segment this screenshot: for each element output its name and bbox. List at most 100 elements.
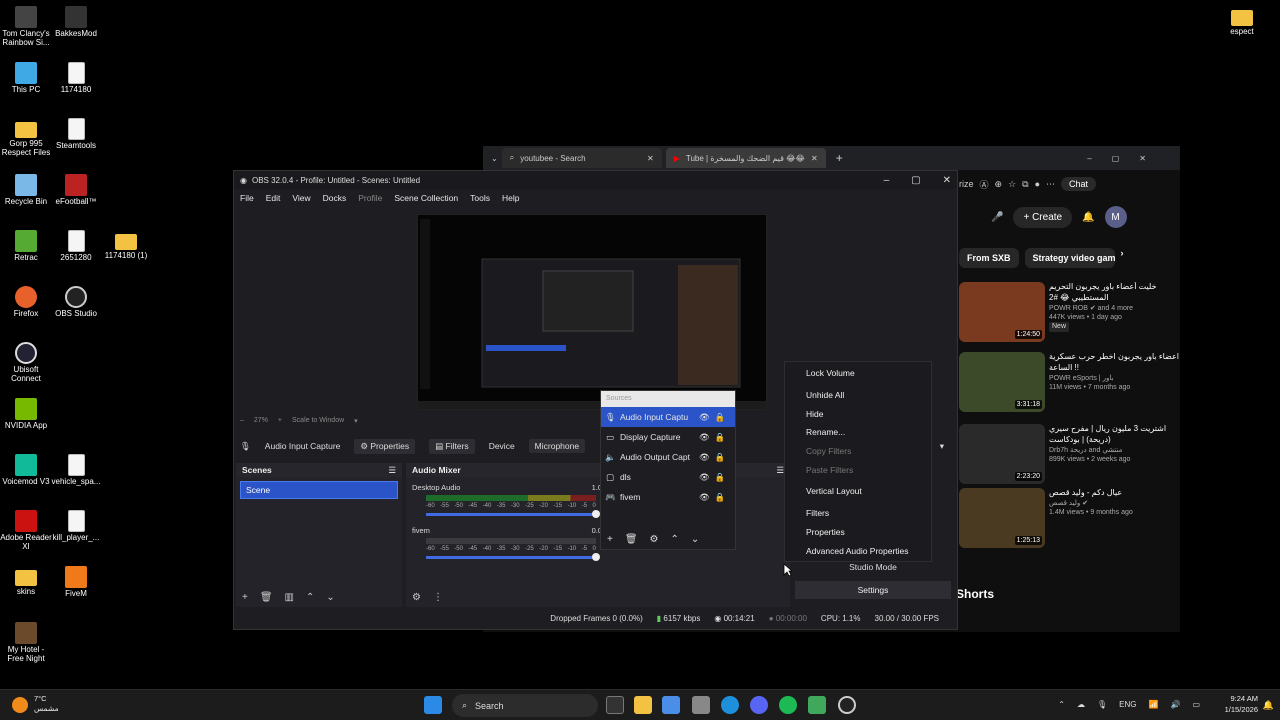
- move-up-icon[interactable]: ⌃: [671, 534, 679, 545]
- volume-slider[interactable]: [426, 553, 600, 561]
- source-item[interactable]: 🎮 fivem 👁 🔒: [601, 487, 735, 507]
- new-tab-icon[interactable]: +: [836, 151, 843, 165]
- filters-button[interactable]: ▤ Filters: [429, 438, 475, 454]
- reader-icon[interactable]: Ⓐ: [980, 178, 989, 191]
- add-icon[interactable]: +: [607, 534, 613, 545]
- menu-profile[interactable]: Profile: [358, 193, 382, 203]
- scene-item[interactable]: Scene: [240, 481, 398, 499]
- desktop-icon-bakkesmod[interactable]: BakkesMod: [50, 6, 102, 39]
- scale-dropdown[interactable]: Scale to Window: [292, 417, 344, 425]
- desktop-icon-my-hotel[interactable]: My Hotel - Free Night: [0, 622, 52, 664]
- language-indicator[interactable]: ENG: [1119, 700, 1136, 709]
- move-up-icon[interactable]: ⌃: [306, 592, 314, 603]
- edge-icon[interactable]: [721, 696, 739, 714]
- menu-scene-collection[interactable]: Scene Collection: [394, 193, 458, 203]
- source-item[interactable]: ▢ dls 👁 🔒: [601, 467, 735, 487]
- desktop-icon-steamtools[interactable]: Steamtools: [50, 118, 102, 151]
- volume-icon[interactable]: 🔊: [1170, 700, 1180, 709]
- maximize-icon[interactable]: ▢: [911, 175, 920, 186]
- menu-item-unhide-all[interactable]: Unhide All: [785, 386, 931, 405]
- more-icon[interactable]: ⋮: [433, 592, 443, 603]
- properties-button[interactable]: ⚙ Properties: [354, 438, 416, 454]
- menu-tools[interactable]: Tools: [470, 193, 490, 203]
- spotify-icon[interactable]: [779, 696, 797, 714]
- trash-icon[interactable]: 🗑: [625, 534, 638, 545]
- menu-item-filters[interactable]: Filters: [785, 504, 931, 523]
- file-explorer-icon[interactable]: [634, 696, 652, 714]
- desktop-icon-espect[interactable]: espect: [1216, 6, 1268, 37]
- zoom-icon[interactable]: ⊕: [995, 179, 1003, 190]
- zoom-in-icon[interactable]: +: [278, 417, 282, 425]
- desktop-icon-adobe[interactable]: Adobe Reader XI: [0, 510, 52, 552]
- zoom-out-icon[interactable]: –: [240, 417, 244, 425]
- notification-icon[interactable]: 🔔: [1263, 700, 1274, 711]
- copilot-chat-button[interactable]: Chat: [1061, 177, 1097, 191]
- dock-menu-icon[interactable]: ☰: [776, 465, 784, 476]
- desktop-icon-2651280[interactable]: 2651280: [50, 230, 102, 263]
- menu-item-advanced-audio[interactable]: Advanced Audio Properties: [785, 541, 931, 560]
- mic-icon[interactable]: 🎙: [1097, 700, 1107, 709]
- wifi-icon[interactable]: 📶: [1149, 700, 1159, 709]
- eye-icon[interactable]: 👁: [699, 452, 710, 463]
- dock-menu-icon[interactable]: ☰: [388, 465, 396, 476]
- menu-item-rename[interactable]: Rename...: [785, 423, 931, 442]
- source-item[interactable]: 🎙 Audio Input Captu 👁 🔒: [601, 407, 735, 427]
- chevron-down-icon[interactable]: ▾: [354, 417, 358, 425]
- desktop-icon-this-pc[interactable]: This PC: [0, 62, 52, 95]
- start-icon[interactable]: [424, 696, 442, 714]
- menu-view[interactable]: View: [292, 193, 310, 203]
- chip-from-sxb[interactable]: From SXB: [959, 248, 1019, 268]
- desktop-icon-1174180[interactable]: 1174180: [50, 62, 102, 95]
- desktop-icon-ubisoft[interactable]: Ubisoft Connect: [0, 342, 52, 384]
- video-card[interactable]: 1:25:13 عيال دكم - وليد قصص وليد قصص ✔ 1…: [959, 488, 1180, 552]
- desktop-icon-1174180-1[interactable]: 1174180 (1): [100, 230, 152, 261]
- more-icon[interactable]: ⋯: [1046, 179, 1055, 190]
- avatar[interactable]: M: [1104, 206, 1127, 228]
- source-item[interactable]: 🔈 Audio Output Capt 👁 🔒: [601, 447, 735, 467]
- desktop-icon-retrac[interactable]: Retrac: [0, 230, 52, 263]
- desktop-icon-fivem[interactable]: FiveM: [50, 566, 102, 599]
- video-card[interactable]: 2:23:20 اشتريت 3 مليون ريال | مفرح سيري …: [959, 424, 1180, 488]
- menu-item-hide[interactable]: Hide: [785, 404, 931, 423]
- desktop-icon-efootball[interactable]: eFootball™: [50, 174, 102, 207]
- video-thumbnail[interactable]: 1:24:50: [959, 282, 1045, 342]
- source-item[interactable]: ▭ Display Capture 👁 🔒: [601, 427, 735, 447]
- extensions-icon[interactable]: ⧉: [1022, 179, 1028, 190]
- lock-icon[interactable]: 🔒: [715, 412, 726, 423]
- lock-icon[interactable]: 🔒: [715, 452, 726, 463]
- settings-button[interactable]: Settings: [795, 581, 951, 599]
- favorite-icon[interactable]: ☆: [1008, 179, 1016, 190]
- video-card[interactable]: 1:24:50 خليت أعضاء باور يجربون التحريم ا…: [959, 282, 1180, 346]
- store-icon[interactable]: [692, 696, 710, 714]
- desktop-icon-recycle-bin[interactable]: Recycle Bin: [0, 174, 52, 207]
- notepad-icon[interactable]: [808, 696, 826, 714]
- menu-help[interactable]: Help: [502, 193, 519, 203]
- desktop-icon-nvidia[interactable]: NVIDIA App: [0, 398, 52, 431]
- move-down-icon[interactable]: ⌄: [691, 534, 699, 545]
- eye-icon[interactable]: 👁: [699, 432, 710, 443]
- desktop-icon-rainbow-six[interactable]: Tom Clancy's Rainbow Si...: [0, 6, 52, 48]
- create-button[interactable]: + Create: [1013, 206, 1073, 228]
- trash-icon[interactable]: 🗑: [260, 592, 273, 603]
- desktop-icon-obs[interactable]: OBS Studio: [50, 286, 102, 319]
- copilot-icon[interactable]: [662, 696, 680, 714]
- window-controls[interactable]: –▢✕: [1087, 154, 1166, 163]
- desktop-icon-kill-player[interactable]: kill_player_...: [50, 510, 102, 543]
- menu-item-lock-volume[interactable]: Lock Volume: [785, 364, 931, 383]
- bell-icon[interactable]: 🔔: [1082, 212, 1094, 223]
- minimize-icon[interactable]: –: [884, 175, 890, 186]
- profile-icon[interactable]: ●: [1035, 179, 1040, 189]
- close-icon[interactable]: ✕: [811, 154, 818, 163]
- discord-icon[interactable]: [750, 696, 768, 714]
- eye-icon[interactable]: 👁: [699, 492, 710, 503]
- menu-item-properties[interactable]: Properties: [785, 523, 931, 542]
- clock[interactable]: 9:24 AM 1/15/2026: [1225, 694, 1258, 715]
- weather-icon[interactable]: [12, 697, 28, 713]
- close-icon[interactable]: ✕: [647, 154, 654, 163]
- menu-docks[interactable]: Docks: [323, 193, 347, 203]
- gear-icon[interactable]: ⚙: [650, 534, 659, 545]
- menu-file[interactable]: File: [240, 193, 254, 203]
- obs-preview[interactable]: [417, 214, 767, 410]
- lock-icon[interactable]: 🔒: [715, 492, 726, 503]
- device-select[interactable]: Microphone: [528, 439, 586, 453]
